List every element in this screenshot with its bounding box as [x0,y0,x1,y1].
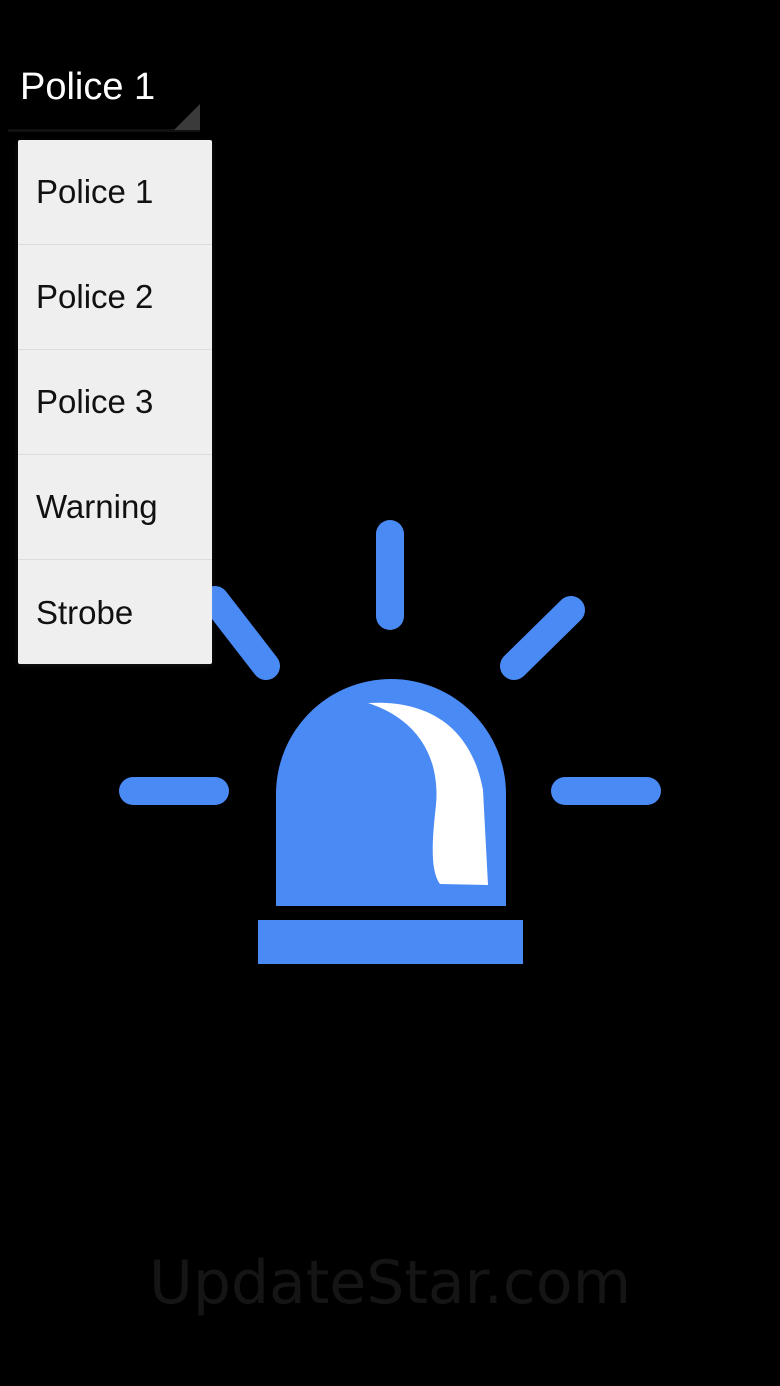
dropdown-item-police-1[interactable]: Police 1 [18,140,212,245]
ray-upper-left [201,586,280,680]
dropdown-item-strobe[interactable]: Strobe [18,560,212,664]
siren-base [258,920,523,964]
watermark: UpdateStar.com [148,1248,632,1318]
dropdown-arrow-icon [174,104,200,130]
pattern-dropdown-menu: Police 1 Police 2 Police 3 Warning Strob… [18,140,212,664]
ray-upper-right [500,596,585,680]
dropdown-item-police-2[interactable]: Police 2 [18,245,212,350]
spinner-underline [8,129,200,132]
dropdown-item-police-3[interactable]: Police 3 [18,350,212,455]
spinner-selected-label: Police 1 [20,66,156,108]
dropdown-item-warning[interactable]: Warning [18,455,212,560]
pattern-spinner[interactable]: Police 1 [8,52,200,132]
